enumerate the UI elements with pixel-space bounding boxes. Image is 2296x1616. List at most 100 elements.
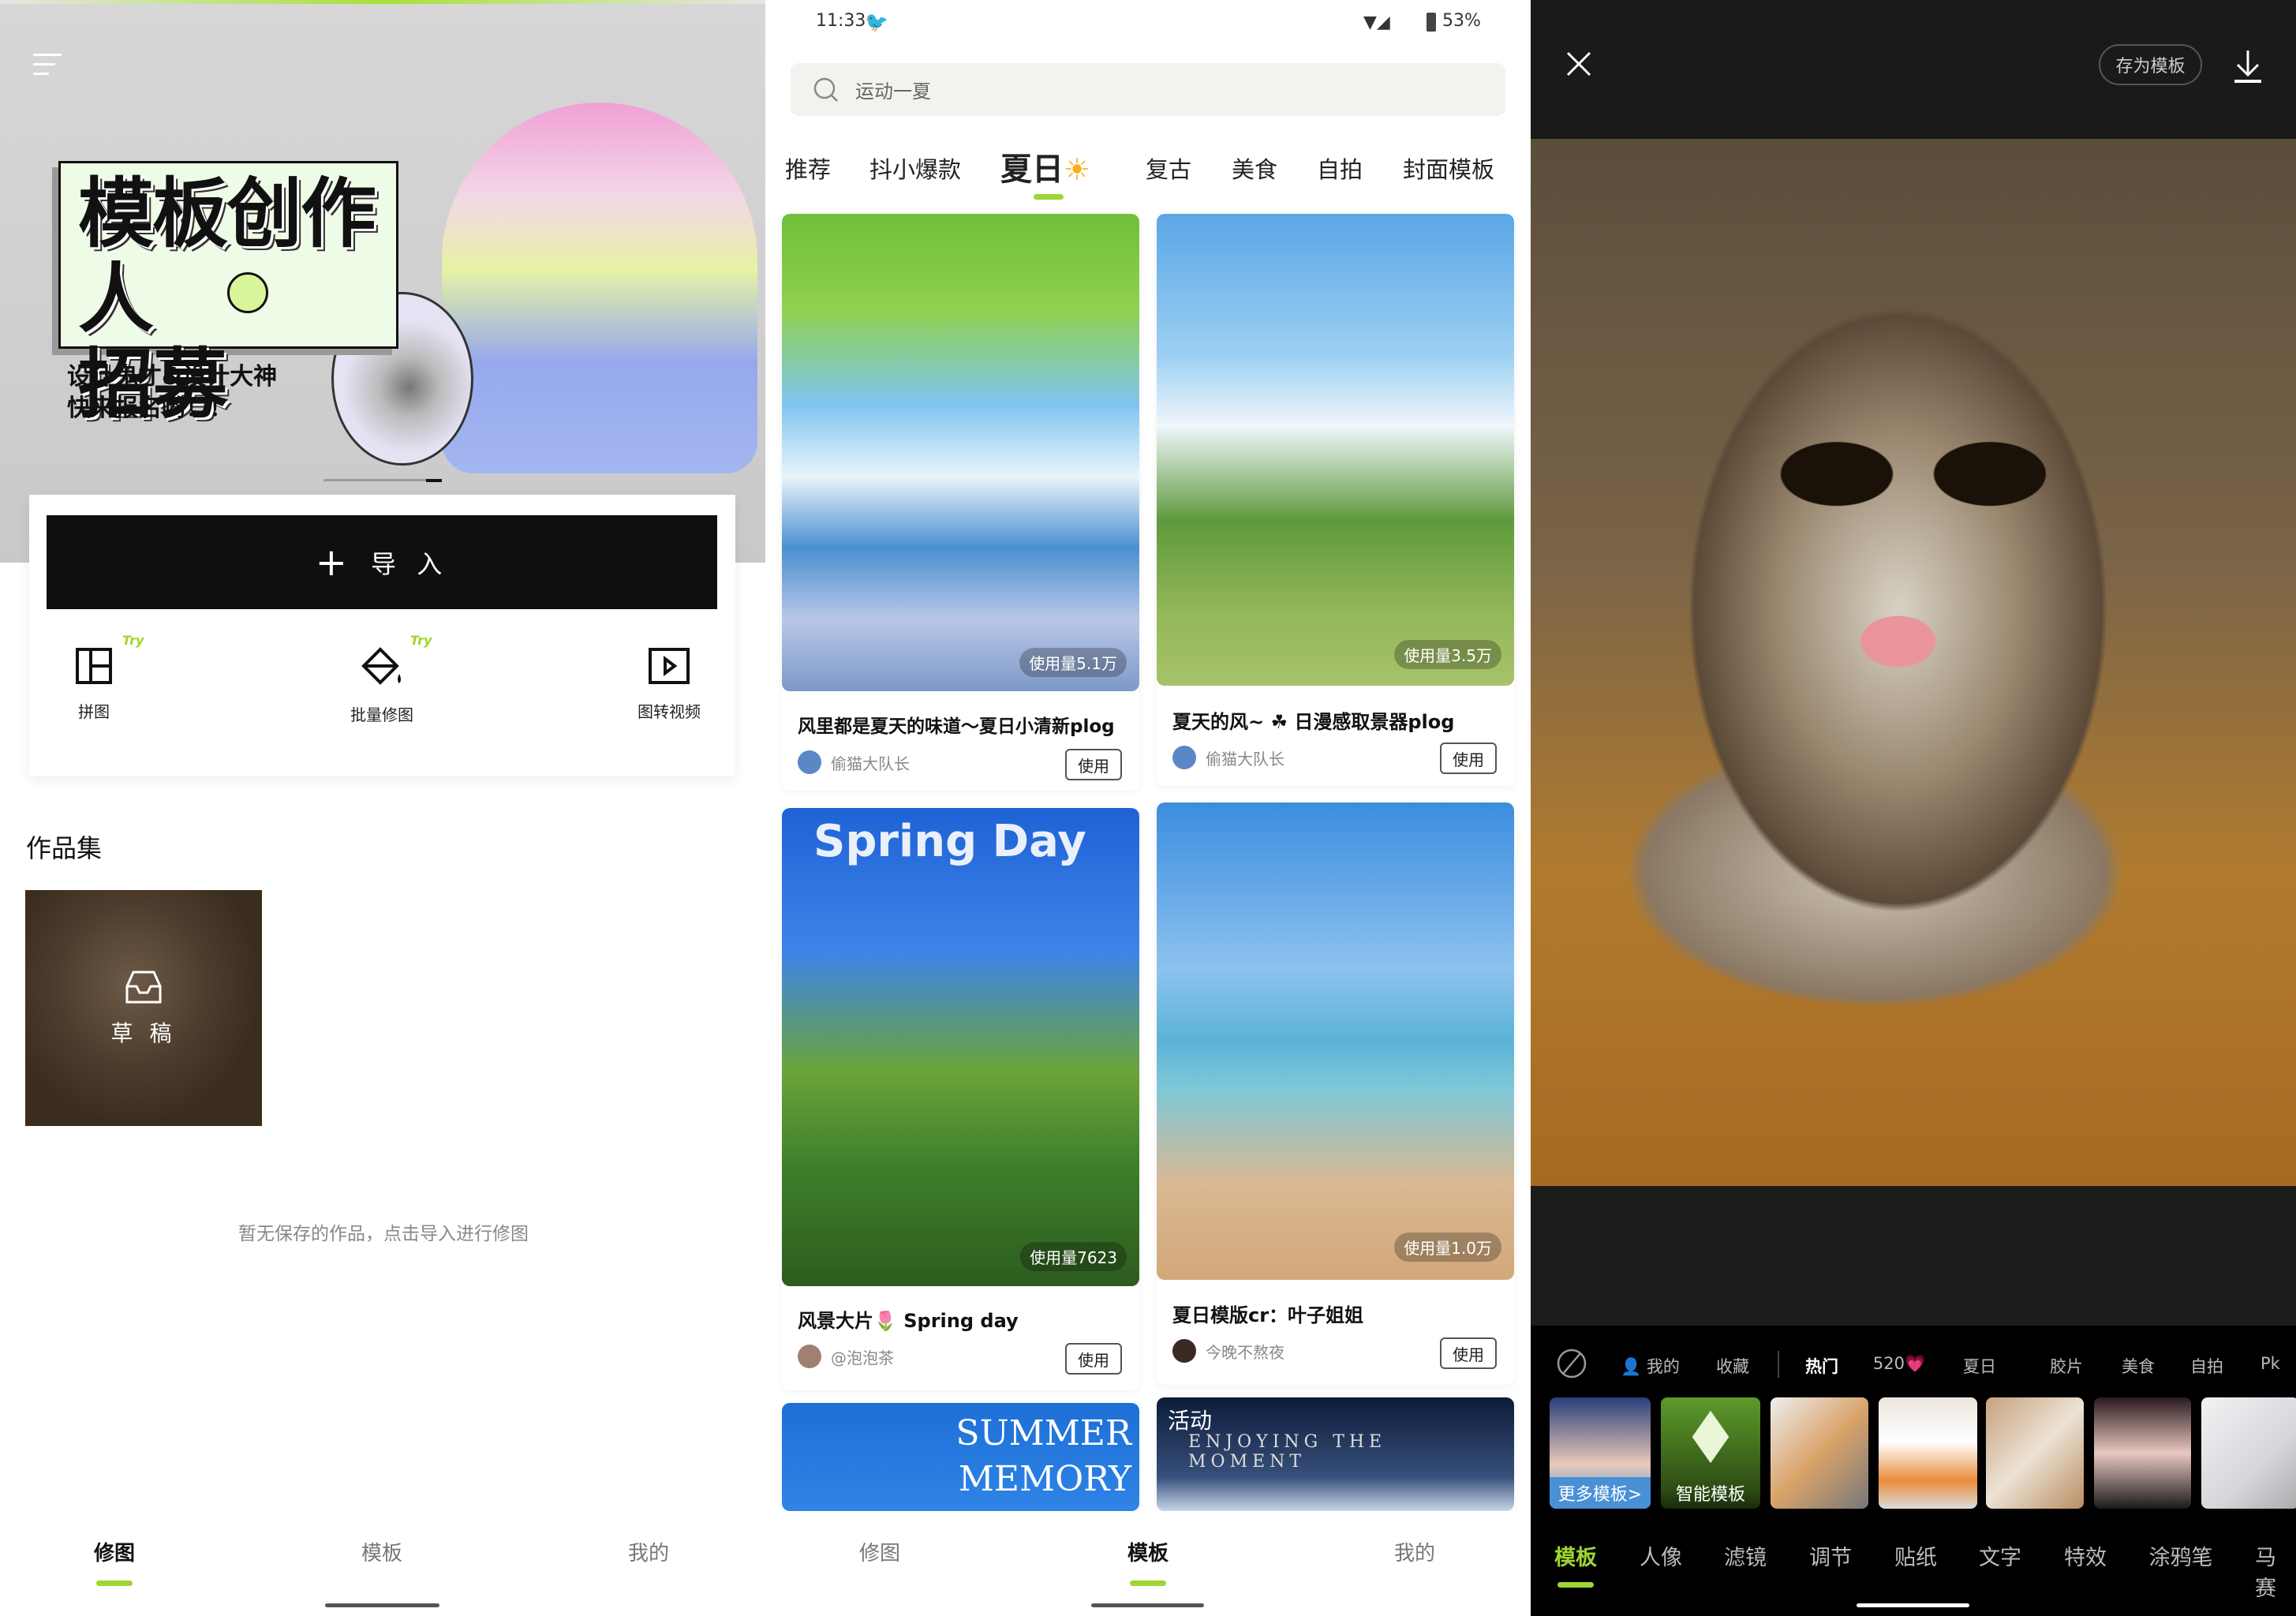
- import-label: 导 入: [371, 548, 449, 579]
- nav-mine[interactable]: 我的: [1394, 1537, 1435, 1566]
- twitter-icon: 🐦: [865, 11, 888, 33]
- use-button[interactable]: 使用: [1440, 1337, 1497, 1369]
- nav-mine[interactable]: 我的: [628, 1537, 669, 1566]
- category-selfie[interactable]: 自拍: [2190, 1354, 2223, 1378]
- tool-tab-adjust[interactable]: 调节: [1809, 1540, 1852, 1571]
- tab-cover[interactable]: 封面模板: [1403, 152, 1494, 185]
- top-accent-line: [0, 0, 765, 4]
- use-button[interactable]: 使用: [1065, 749, 1122, 780]
- draft-thumbnail[interactable]: 草 稿: [25, 890, 262, 1126]
- home-indicator[interactable]: [1857, 1603, 1969, 1607]
- tab-indicator: [1034, 194, 1064, 200]
- thumb-label: 更多模板>: [1550, 1477, 1651, 1509]
- template-thumb[interactable]: [1879, 1397, 1977, 1509]
- banner-title-line1: 模板创作人: [78, 170, 376, 343]
- tool-collage[interactable]: Try 拼图: [15, 633, 173, 722]
- no-template-icon[interactable]: [1556, 1348, 1587, 1379]
- tool-label: 批量修图: [350, 705, 413, 724]
- template-card[interactable]: 使用量1.0万 夏日模版cr：叶子姐姐 今晚不熬夜 使用: [1157, 802, 1514, 1385]
- template-author: @泡泡茶: [798, 1345, 894, 1368]
- search-input[interactable]: 运动一夏: [791, 63, 1505, 116]
- template-thumb[interactable]: [1986, 1397, 2084, 1509]
- template-card[interactable]: SUMMER MEMORY: [782, 1403, 1139, 1511]
- search-icon: [813, 77, 838, 102]
- tool-tab-sticker[interactable]: 贴纸: [1894, 1540, 1937, 1571]
- photo-canvas[interactable]: [1531, 139, 2296, 1186]
- category-favorites[interactable]: 收藏: [1716, 1354, 1749, 1378]
- nav-edit[interactable]: 修图: [859, 1537, 900, 1566]
- user-icon: 👤: [1621, 1357, 1642, 1376]
- try-badge: Try: [410, 633, 432, 648]
- template-card[interactable]: 使用量3.5万 夏天的风~ ☘ 日漫感取景器plog 偷猫大队长 使用: [1157, 214, 1514, 786]
- tool-tab-doodle[interactable]: 涂鸦笔: [2149, 1540, 2213, 1571]
- author-name: 今晚不熬夜: [1206, 1342, 1284, 1362]
- nav-templates[interactable]: 模板: [1127, 1537, 1169, 1566]
- empty-works-text: 暂无保存的作品，点击导入进行修图: [238, 1224, 529, 1244]
- banner-badge-icon: [227, 272, 268, 313]
- save-as-template-button[interactable]: 存为模板: [2099, 44, 2202, 85]
- tool-tab-filter[interactable]: 滤镜: [1724, 1540, 1767, 1571]
- grid-layout-icon: [76, 648, 112, 684]
- plus-icon: +: [315, 540, 348, 585]
- tool-tab-text[interactable]: 文字: [1979, 1540, 2021, 1571]
- battery-percent: 53%: [1442, 11, 1481, 31]
- menu-icon[interactable]: [33, 54, 62, 75]
- tool-tab-effects[interactable]: 特效: [2064, 1540, 2107, 1571]
- avatar: [798, 1345, 821, 1368]
- inbox-icon: [125, 971, 162, 1003]
- smart-template-thumb[interactable]: 智能模板: [1661, 1397, 1760, 1509]
- tab-food[interactable]: 美食: [1232, 152, 1277, 185]
- tab-selfie[interactable]: 自拍: [1317, 152, 1363, 185]
- nav-templates[interactable]: 模板: [361, 1537, 402, 1566]
- sun-icon: ☀: [1064, 152, 1091, 187]
- try-badge: Try: [122, 633, 144, 648]
- tool-tab-indicator: [1557, 1582, 1594, 1588]
- template-card[interactable]: 使用量5.1万 风里都是夏天的味道～夏日小清新plog 偷猫大队长 使用: [782, 214, 1139, 791]
- template-thumb[interactable]: [2094, 1397, 2191, 1509]
- download-icon[interactable]: [2233, 49, 2263, 84]
- template-card[interactable]: 活动 ENJOYING THE MOMENT: [1157, 1397, 1514, 1511]
- template-overlay-text: SUMMER MEMORY: [955, 1413, 1131, 1499]
- tool-image-to-video[interactable]: 图转视频: [590, 647, 748, 722]
- template-thumb[interactable]: [2201, 1397, 2296, 1509]
- tool-label: 图转视频: [638, 702, 701, 721]
- tool-tab-portrait[interactable]: 人像: [1640, 1540, 1682, 1571]
- category-summer[interactable]: 夏日: [1963, 1354, 1996, 1378]
- event-badge: 活动: [1168, 1408, 1213, 1434]
- tab-hot[interactable]: 抖小爆款: [869, 152, 961, 185]
- category-hot[interactable]: 热门: [1805, 1354, 1838, 1378]
- tool-batch-edit[interactable]: Try 批量修图: [303, 633, 461, 725]
- author-name: 偷猫大队长: [1206, 749, 1284, 769]
- template-preview: [782, 808, 1139, 1286]
- draft-label: 草 稿: [110, 1019, 177, 1046]
- category-film[interactable]: 胶片: [2050, 1354, 2083, 1378]
- tab-recommend[interactable]: 推荐: [785, 152, 831, 185]
- use-button[interactable]: 使用: [1065, 1343, 1122, 1375]
- template-thumb[interactable]: [1771, 1397, 1868, 1509]
- template-overlay-text: Spring Day: [813, 816, 1086, 867]
- tool-tab-mosaic[interactable]: 马赛: [2255, 1540, 2296, 1602]
- templates-screen: 11:33 🐦 ▼◢ 53% 运动一夏 推荐 抖小爆款 夏日☀ 复古 美食 自拍…: [765, 0, 1531, 1616]
- template-card[interactable]: Spring Day 使用量7623 风景大片🌷 Spring day @泡泡茶…: [782, 808, 1139, 1390]
- template-title: 夏日模版cr：叶子姐姐: [1172, 1304, 1364, 1326]
- nav-edit[interactable]: 修图: [94, 1537, 135, 1566]
- category-mine[interactable]: 👤 我的: [1621, 1354, 1680, 1378]
- category-food[interactable]: 美食: [2122, 1354, 2155, 1378]
- tool-tab-template[interactable]: 模板: [1554, 1540, 1597, 1571]
- home-indicator[interactable]: [1091, 1603, 1204, 1607]
- more-templates-thumb[interactable]: 更多模板>: [1550, 1397, 1651, 1509]
- tab-retro[interactable]: 复古: [1146, 152, 1191, 185]
- wifi-signal-icon: ▼◢: [1363, 13, 1390, 32]
- usage-count: 使用量1.0万: [1394, 1233, 1501, 1262]
- status-time: 11:33: [816, 11, 866, 31]
- author-name: @泡泡茶: [831, 1348, 894, 1367]
- home-indicator[interactable]: [325, 1603, 439, 1607]
- tab-summer[interactable]: 夏日☀: [1000, 144, 1090, 189]
- category-pk[interactable]: Pk: [2260, 1354, 2280, 1373]
- avatar: [798, 750, 821, 774]
- close-icon[interactable]: [1565, 50, 1592, 77]
- category-520[interactable]: 520💗: [1873, 1354, 1925, 1374]
- use-button[interactable]: 使用: [1440, 743, 1497, 774]
- import-button[interactable]: + 导 入: [47, 515, 717, 609]
- template-preview: [1157, 214, 1514, 686]
